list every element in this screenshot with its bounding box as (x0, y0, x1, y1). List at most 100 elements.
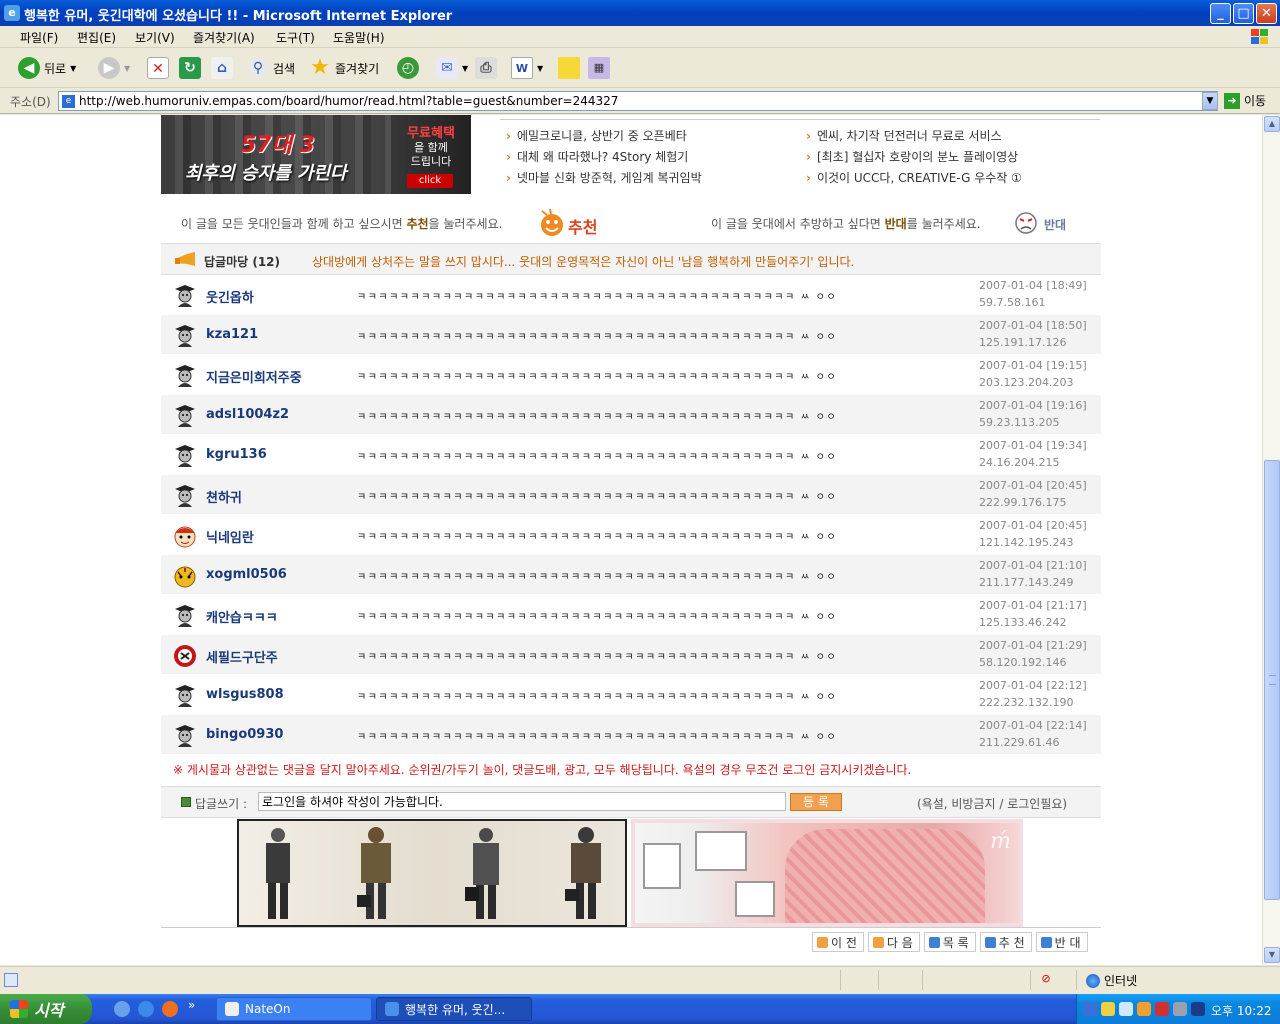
user-avatar-icon[interactable] (172, 403, 198, 429)
reply-nickname[interactable]: xogml0506 (206, 567, 287, 582)
quicklaunch-more-icon[interactable]: » (188, 998, 195, 1012)
tray-volume-icon[interactable] (1173, 1002, 1187, 1016)
notes-button[interactable] (558, 55, 580, 81)
user-avatar-icon[interactable] (172, 723, 198, 749)
menu-tools[interactable]: 도구(T) (276, 29, 315, 46)
reply-nickname[interactable]: bingo0930 (206, 727, 283, 742)
prev-button[interactable]: 이 전 (812, 932, 864, 952)
user-avatar-icon[interactable] (172, 283, 198, 309)
reply-nickname[interactable]: adsl1004z2 (206, 407, 289, 422)
reply-nickname[interactable]: 캐안습ㅋㅋㅋ (206, 607, 278, 626)
back-dropdown-icon[interactable]: ▼ (70, 64, 76, 73)
scroll-up-arrow-icon[interactable]: ▲ (1264, 116, 1280, 132)
reply-nickname[interactable]: 세필드구단주 (206, 647, 278, 666)
task-ie[interactable]: 행복한 유머, 웃긴... (376, 997, 532, 1021)
address-dropdown-icon[interactable]: ▼ (1202, 92, 1218, 110)
quicklaunch-media-icon[interactable] (162, 1001, 178, 1017)
search-button[interactable]: ⚲ 검색 (247, 55, 295, 81)
news-link[interactable]: 넷마블 신화 방준혁, 게임계 복귀임박 (506, 169, 702, 186)
user-avatar-icon[interactable] (172, 563, 198, 589)
reply-nickname[interactable]: wlsgus808 (206, 687, 284, 702)
security-zone[interactable]: 인터넷 (1086, 972, 1137, 989)
user-avatar-icon[interactable] (172, 363, 198, 389)
user-avatar-icon[interactable] (172, 323, 198, 349)
tray-security-icon[interactable] (1137, 1002, 1151, 1016)
oppose-button[interactable]: 반대 (1013, 207, 1081, 239)
reply-nickname[interactable]: 지금은미희저주중 (206, 367, 302, 386)
scroll-down-arrow-icon[interactable]: ▼ (1264, 947, 1280, 963)
blocked-icon[interactable]: ⊘ (1038, 972, 1054, 986)
reply-nickname[interactable]: 웃긴옵하 (206, 287, 254, 306)
tray-antivirus-icon[interactable] (1155, 1002, 1169, 1016)
minimize-button[interactable]: _ (1210, 3, 1231, 24)
user-avatar-icon[interactable] (172, 443, 198, 469)
edit-word-button[interactable]: W ▼ (511, 55, 543, 81)
recommend-button[interactable]: 추천 (538, 207, 606, 239)
print-button[interactable]: ⎙ (475, 55, 497, 81)
menu-help[interactable]: 도움말(H) (333, 29, 385, 46)
refresh-button[interactable]: ↻ (179, 55, 201, 81)
start-button[interactable]: 시작 (0, 994, 92, 1024)
user-avatar-icon[interactable] (172, 483, 198, 509)
reply-nickname[interactable]: kgru136 (206, 447, 267, 462)
user-avatar-icon[interactable] (172, 683, 198, 709)
reply-message: ㅋㅋㅋㅋㅋㅋㅋㅋㅋㅋㅋㅋㅋㅋㅋㅋㅋㅋㅋㅋㅋㅋㅋㅋㅋㅋㅋㅋㅋㅋㅋㅋㅋㅋㅋㅋㅋㅋㅋㅋ… (357, 732, 838, 743)
reply-nickname[interactable]: kza121 (206, 327, 258, 342)
banner-click-button[interactable]: click (407, 174, 453, 188)
user-avatar-icon[interactable] (172, 523, 198, 549)
research-button[interactable]: ▦ (588, 55, 610, 81)
vertical-scrollbar[interactable]: ▲ ▼ (1262, 115, 1280, 965)
reply-ip: 59.7.58.161 (979, 296, 1046, 309)
game-banner-ad[interactable]: 57대 3 최후의 승자를 가린다 무료혜택 을 함께 드립니다 click (161, 115, 471, 194)
reply-input[interactable] (258, 792, 786, 811)
reply-row: 지금은미희저주중 ㅋㅋㅋㅋㅋㅋㅋㅋㅋㅋㅋㅋㅋㅋㅋㅋㅋㅋㅋㅋㅋㅋㅋㅋㅋㅋㅋㅋㅋㅋㅋㅋ… (161, 355, 1101, 395)
address-input[interactable]: e http://web.humoruniv.empas.com/board/h… (58, 91, 1218, 111)
news-link[interactable]: 이것이 UCC다, CREATIVE-G 우수작 ① (806, 169, 1022, 186)
menu-favorites[interactable]: 즐겨찾기(A) (193, 29, 255, 46)
submit-button[interactable]: 등 록 (790, 793, 842, 811)
reply-nickname[interactable]: 쳔하귀 (206, 487, 242, 506)
forward-dropdown-icon[interactable]: ▼ (124, 64, 130, 73)
tray-network-icon[interactable] (1083, 1002, 1097, 1016)
list-button[interactable]: 목 록 (923, 932, 976, 952)
scroll-thumb[interactable] (1264, 460, 1280, 900)
maximize-button[interactable]: □ (1233, 3, 1254, 24)
back-button[interactable]: ◀ 뒤로 ▼ (18, 55, 76, 81)
favorites-button[interactable]: ★ 즐겨찾기 (309, 55, 379, 81)
history-button[interactable]: ◴ (397, 55, 419, 81)
title-bar[interactable]: e 행복한 유머, 웃긴대학에 오셨습니다 !! - Microsoft Int… (0, 0, 1280, 26)
quicklaunch-ie-icon[interactable] (138, 1001, 154, 1017)
oppose-nav-button[interactable]: 반 대 (1035, 932, 1088, 952)
news-link[interactable]: 대체 왜 따라했나? 4Story 체험기 (506, 148, 688, 165)
menu-view[interactable]: 보기(V) (135, 29, 175, 46)
recommend-nav-button[interactable]: 추 천 (979, 932, 1032, 952)
tray-messenger-icon[interactable] (1101, 1002, 1115, 1016)
user-avatar-icon[interactable] (172, 603, 198, 629)
knitwear-banner-ad[interactable]: ḿ (631, 819, 1023, 927)
reply-write-bar: 답글쓰기 : 등 록 (욕설, 비방금지 / 로그인필요) (161, 786, 1101, 818)
write-note: (욕설, 비방금지 / 로그인필요) (917, 797, 1068, 811)
address-url: http://web.humoruniv.empas.com/board/hum… (79, 94, 619, 108)
mail-dropdown-icon[interactable]: ▼ (462, 64, 468, 73)
news-link[interactable]: 에밀크로니클, 상반기 중 오픈베타 (506, 127, 687, 144)
news-link[interactable]: [최초] 혈십자 호랑이의 분노 플레이영상 (806, 148, 1018, 165)
tray-ime-icon[interactable] (1119, 1002, 1133, 1016)
quicklaunch-desktop-icon[interactable] (114, 1001, 130, 1017)
menu-file[interactable]: 파일(F) (20, 29, 58, 46)
user-avatar-icon[interactable] (172, 643, 198, 669)
next-button[interactable]: 다 음 (867, 932, 920, 952)
menu-edit[interactable]: 편집(E) (77, 29, 116, 46)
mail-button[interactable]: ✉ ▼ (436, 55, 468, 81)
clothing-banner-ad[interactable] (237, 819, 627, 927)
tray-update-icon[interactable] (1191, 1002, 1205, 1016)
task-nateon[interactable]: NateOn (216, 997, 372, 1021)
news-link[interactable]: 엔씨, 차기작 던전러너 무료로 서비스 (806, 127, 1002, 144)
go-button[interactable]: ➜ 이동 (1224, 92, 1266, 109)
edit-dropdown-icon[interactable]: ▼ (537, 64, 543, 73)
home-button[interactable]: ⌂ (211, 55, 233, 81)
close-button[interactable]: ✕ (1256, 3, 1277, 24)
stop-button[interactable]: ✕ (147, 55, 169, 81)
reply-nickname[interactable]: 닉네임란 (206, 527, 254, 546)
reply-date: 2007-01-04 [21:10] (979, 559, 1087, 572)
forward-button[interactable]: ▶ ▼ (98, 55, 130, 81)
